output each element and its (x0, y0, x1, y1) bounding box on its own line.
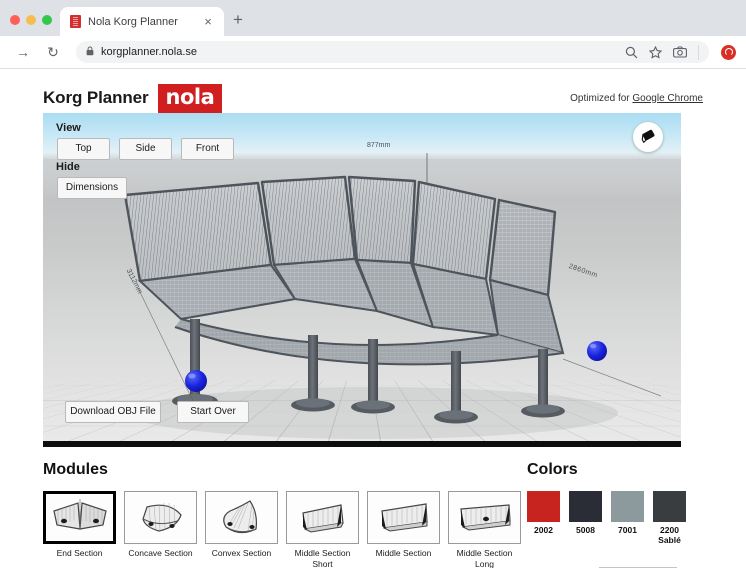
reload-button[interactable]: ↻ (44, 44, 62, 61)
modules-grid: End Section Conc (43, 491, 521, 568)
nola-favicon-icon (70, 15, 81, 28)
colors-title: Colors (527, 461, 703, 479)
handle-knob-right (587, 341, 607, 361)
module-middle-section[interactable]: Middle Section (367, 491, 440, 568)
swatch-chip[interactable] (527, 491, 560, 522)
camera-icon[interactable] (673, 46, 687, 58)
new-tab-button[interactable]: + (224, 6, 252, 34)
optimized-notice: Optimized for Google Chrome (570, 93, 703, 104)
browser-chrome: Nola Korg Planner × + → ↻ korgplanner.no… (0, 0, 746, 69)
minimize-window-button[interactable] (26, 15, 36, 25)
star-icon[interactable] (649, 46, 662, 59)
close-tab-icon[interactable]: × (200, 15, 216, 28)
start-over-button[interactable]: Start Over (177, 401, 249, 423)
view-side-button[interactable]: Side (119, 138, 172, 160)
dimension-height-label: 877mm (367, 142, 390, 149)
module-thumbnail[interactable] (43, 491, 116, 544)
color-swatch-row: 2002 5008 7001 2200 Sablé (527, 491, 703, 545)
swatch-label: 5008 (569, 525, 602, 535)
module-thumbnail[interactable] (286, 491, 359, 544)
browser-toolbar: → ↻ korgplanner.nola.se (0, 36, 746, 68)
view-section-label: View (56, 122, 81, 134)
module-label: Concave Section (124, 548, 197, 559)
download-obj-button[interactable]: Download OBJ File (65, 401, 161, 423)
module-label: Middle Section (367, 548, 440, 559)
viewport-3d[interactable]: 877mm 3112mm 2860mm View Top Side Front … (43, 113, 681, 441)
nola-logo: nola (158, 84, 223, 113)
browser-tab[interactable]: Nola Korg Planner × (60, 7, 224, 36)
google-chrome-link[interactable]: Google Chrome (632, 93, 703, 104)
address-bar[interactable]: korgplanner.nola.se (76, 41, 709, 63)
swatch-label: 7001 (611, 525, 644, 535)
color-swatch-2002[interactable]: 2002 (527, 491, 560, 545)
color-swatch-5008[interactable]: 5008 (569, 491, 602, 545)
modules-title: Modules (43, 461, 521, 479)
module-thumbnail[interactable] (205, 491, 278, 544)
module-thumbnail[interactable] (367, 491, 440, 544)
module-concave-section[interactable]: Concave Section (124, 491, 197, 568)
swatch-chip[interactable] (653, 491, 686, 522)
rotate-view-button[interactable] (633, 122, 663, 152)
convex-section-thumb-icon (210, 495, 274, 541)
middle-section-thumb-icon (372, 495, 436, 541)
middle-section-short-thumb-icon (291, 495, 355, 541)
handle-knob-left (185, 370, 207, 392)
browser-tab-title: Nola Korg Planner (88, 16, 193, 28)
hide-buttons-group: Dimensions (57, 177, 127, 199)
view-buttons-group: Top Side Front (57, 138, 234, 160)
window-traffic-lights (6, 15, 60, 36)
eraser-icon (639, 128, 658, 147)
optimized-prefix: Optimized for (570, 93, 632, 104)
view-front-button[interactable]: Front (181, 138, 234, 160)
colors-panel: Colors 2002 5008 7001 2200 Sablé (521, 461, 703, 568)
module-thumbnail[interactable] (124, 491, 197, 544)
page-header: Korg Planner nola Optimized for Google C… (43, 69, 703, 113)
swatch-chip[interactable] (611, 491, 644, 522)
hide-dimensions-button[interactable]: Dimensions (57, 177, 127, 199)
nola-logo-text: nola (166, 87, 215, 108)
viewport-action-buttons: Download OBJ File Start Over (65, 401, 249, 423)
toolbar-divider (698, 45, 699, 60)
toolbar-actions (625, 45, 699, 60)
module-middle-section-long[interactable]: Middle Section Long (448, 491, 521, 568)
address-bar-url: korgplanner.nola.se (101, 46, 197, 58)
modules-panel: Modules (43, 461, 521, 568)
lower-panels: Modules (43, 447, 703, 568)
module-label: Convex Section (205, 548, 278, 559)
maximize-window-button[interactable] (42, 15, 52, 25)
page-content: Korg Planner nola Optimized for Google C… (0, 69, 746, 568)
module-end-section[interactable]: End Section (43, 491, 116, 568)
swatch-label: 2002 (527, 525, 560, 535)
module-thumbnail[interactable] (448, 491, 521, 544)
forward-button[interactable]: → (14, 44, 32, 60)
lock-icon (86, 43, 94, 61)
view-top-button[interactable]: Top (57, 138, 110, 160)
profile-avatar[interactable] (721, 45, 736, 60)
swatch-label: 2200 Sablé (653, 525, 686, 545)
middle-section-long-thumb-icon (453, 495, 517, 541)
search-icon[interactable] (625, 46, 638, 59)
bench-model[interactable] (43, 113, 681, 441)
module-convex-section[interactable]: Convex Section (205, 491, 278, 568)
hide-section-label: Hide (56, 161, 80, 173)
concave-section-thumb-icon (129, 495, 193, 541)
color-swatch-2200-sable[interactable]: 2200 Sablé (653, 491, 686, 545)
module-middle-section-short[interactable]: Middle Section Short (286, 491, 359, 568)
browser-tabstrip: Nola Korg Planner × + (0, 0, 746, 36)
module-label: Middle Section Long (448, 548, 521, 568)
close-window-button[interactable] (10, 15, 20, 25)
end-section-thumb-icon (48, 495, 112, 541)
module-label: End Section (43, 548, 116, 559)
module-label: Middle Section Short (286, 548, 359, 568)
swatch-chip[interactable] (569, 491, 602, 522)
page-title: Korg Planner (43, 88, 149, 108)
color-swatch-7001[interactable]: 7001 (611, 491, 644, 545)
